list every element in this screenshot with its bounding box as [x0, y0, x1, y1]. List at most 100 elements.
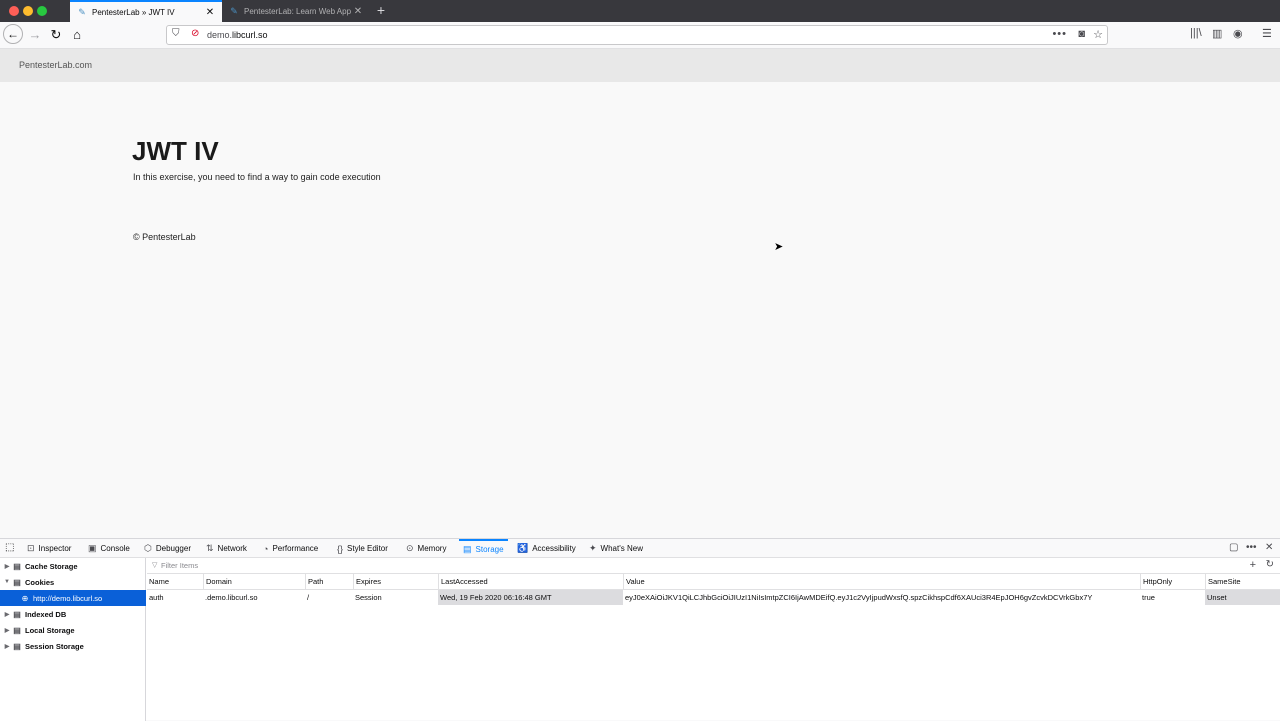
- mouse-cursor-icon: ➤: [774, 241, 784, 253]
- devtools-tab-label: Console: [100, 544, 130, 553]
- hamburger-menu-icon[interactable]: ☰: [1262, 27, 1272, 40]
- expand-arrow-icon[interactable]: ▶: [2, 563, 12, 570]
- devtools-tab-storage[interactable]: ▤ Storage: [459, 539, 508, 558]
- column-header-expires[interactable]: Expires: [353, 574, 438, 590]
- devtools-tab-label: Style Editor: [347, 544, 388, 553]
- devtools-menu-icon[interactable]: •••: [1246, 542, 1257, 553]
- devtools-tab-network[interactable]: ⇅ Network: [206, 539, 247, 558]
- navigation-toolbar: ← → ↻ ⌂ ⛉ ⊘ demo.libcurl.so ••• ◙ ☆ |||\…: [0, 22, 1280, 49]
- devtools-tab-style-editor[interactable]: {} Style Editor: [337, 539, 388, 558]
- devtools-tab-debugger[interactable]: ⬡ Debugger: [144, 539, 191, 558]
- tree-item-local-storage[interactable]: ▶ ▤ Local Storage: [0, 622, 146, 638]
- refresh-icon[interactable]: ↻: [1266, 559, 1274, 570]
- filter-bar: ▽ + ↻: [147, 558, 1280, 574]
- window-maximize-button[interactable]: [37, 6, 47, 16]
- expand-arrow-icon[interactable]: ▶: [2, 643, 12, 650]
- debugger-icon: ⬡: [144, 543, 152, 553]
- element-picker-icon[interactable]: ⬚: [5, 542, 14, 553]
- column-header-domain[interactable]: Domain: [203, 574, 305, 590]
- account-icon[interactable]: ◉: [1233, 27, 1243, 40]
- tree-item-label: Cache Storage: [25, 561, 78, 571]
- tree-item-indexed-db[interactable]: ▶ ▤ Indexed DB: [0, 606, 146, 622]
- devtools-tab-performance[interactable]: ◔ Performance: [263, 539, 318, 558]
- library-icon[interactable]: |||\: [1190, 27, 1202, 39]
- cell-expires[interactable]: Session: [353, 590, 438, 605]
- inspector-icon: ⊡: [27, 543, 35, 553]
- filter-items-input[interactable]: [161, 559, 1061, 572]
- site-header: PentesterLab.com: [0, 49, 1280, 82]
- new-tab-button[interactable]: +: [374, 2, 388, 18]
- cell-value[interactable]: eyJ0eXAiOiJKV1QiLCJhbGciOiJIUzI1NiIsImtp…: [623, 590, 1140, 605]
- cell-name[interactable]: auth: [147, 590, 203, 605]
- accessibility-icon: ♿: [517, 543, 529, 553]
- expand-arrow-icon[interactable]: ▶: [2, 627, 12, 634]
- browser-tab-active[interactable]: ✎ PentesterLab » JWT IV ✕: [70, 0, 222, 22]
- page-title: JWT IV: [132, 136, 219, 166]
- devtools-tab-label: Accessibility: [532, 544, 576, 553]
- dock-side-icon[interactable]: ▢: [1229, 542, 1238, 553]
- insecure-lock-icon[interactable]: ⊘: [191, 28, 199, 39]
- column-header-path[interactable]: Path: [305, 574, 353, 590]
- bookmark-star-icon[interactable]: ☆: [1093, 28, 1103, 41]
- column-header-http-only[interactable]: HttpOnly: [1140, 574, 1205, 590]
- pocket-icon[interactable]: ◙: [1078, 28, 1085, 40]
- column-header-last-accessed[interactable]: LastAccessed: [438, 574, 623, 590]
- tab-title: PentesterLab: Learn Web App Pen: [244, 6, 352, 16]
- devtools-tab-label: Performance: [272, 544, 319, 553]
- database-icon: ▤: [13, 641, 21, 651]
- page-description: In this exercise, you need to find a way…: [133, 172, 381, 182]
- window-close-button[interactable]: [9, 6, 19, 16]
- page-content: JWT IV In this exercise, you need to fin…: [0, 82, 1280, 538]
- expand-arrow-icon[interactable]: ▶: [2, 611, 12, 618]
- devtools-tab-memory[interactable]: ⊙ Memory: [406, 539, 446, 558]
- style-editor-icon: {}: [337, 543, 344, 554]
- database-icon: ▤: [13, 609, 21, 619]
- devtools-tab-label: Memory: [417, 544, 447, 553]
- tree-item-cookie-host[interactable]: ⊕ http://demo.libcurl.so: [0, 590, 146, 606]
- tracking-protection-shield-icon[interactable]: ⛉: [172, 28, 180, 39]
- site-brand-link[interactable]: PentesterLab.com: [19, 60, 92, 70]
- collapse-arrow-icon[interactable]: ▼: [2, 579, 12, 585]
- devtools-tab-console[interactable]: ▣ Console: [88, 539, 130, 558]
- tab-close-icon[interactable]: ✕: [204, 7, 216, 18]
- page-footer: © PentesterLab: [133, 232, 196, 242]
- browser-tab[interactable]: ✎ PentesterLab: Learn Web App Pen ✕: [222, 0, 370, 22]
- column-header-name[interactable]: Name: [147, 574, 203, 590]
- url-domain: libcurl.so: [232, 30, 268, 40]
- back-button[interactable]: ←: [3, 24, 23, 44]
- home-button[interactable]: ⌂: [67, 26, 87, 44]
- devtools-close-icon[interactable]: ✕: [1265, 542, 1273, 553]
- table-row[interactable]: auth .demo.libcurl.so / Session Wed, 19 …: [147, 590, 1280, 605]
- cell-path[interactable]: /: [305, 590, 353, 605]
- page-actions-menu-icon[interactable]: •••: [1052, 28, 1067, 40]
- devtools-tab-label: Storage: [475, 545, 504, 554]
- reload-button[interactable]: ↻: [46, 26, 66, 44]
- add-item-icon[interactable]: +: [1250, 559, 1256, 571]
- tree-item-cookies[interactable]: ▼ ▤ Cookies: [0, 574, 146, 590]
- devtools-tab-label: Network: [217, 544, 247, 553]
- url-text[interactable]: demo.libcurl.so: [207, 30, 268, 40]
- devtools-tab-label: Debugger: [155, 544, 191, 553]
- cell-domain[interactable]: .demo.libcurl.so: [203, 590, 305, 605]
- whats-new-icon: ✦: [589, 543, 597, 553]
- devtools-tab-inspector[interactable]: ⊡ Inspector: [27, 539, 71, 558]
- forward-button[interactable]: →: [25, 26, 45, 44]
- tree-item-session-storage[interactable]: ▶ ▤ Session Storage: [0, 638, 146, 654]
- url-prefix: demo.: [207, 30, 233, 40]
- pentesterlab-favicon-icon: ✎: [230, 5, 238, 16]
- cell-last-accessed[interactable]: Wed, 19 Feb 2020 06:16:48 GMT: [438, 590, 623, 605]
- cell-http-only[interactable]: true: [1140, 590, 1205, 605]
- devtools-tab-whats-new[interactable]: ✦ What's New: [589, 539, 643, 558]
- column-header-same-site[interactable]: SameSite: [1205, 574, 1280, 590]
- tab-close-icon[interactable]: ✕: [352, 6, 364, 17]
- devtools-tab-accessibility[interactable]: ♿ Accessibility: [517, 539, 576, 558]
- window-minimize-button[interactable]: [23, 6, 33, 16]
- column-header-value[interactable]: Value: [623, 574, 1140, 590]
- tree-item-label: Cookies: [25, 577, 55, 587]
- cell-same-site[interactable]: Unset: [1205, 590, 1280, 605]
- network-icon: ⇅: [206, 543, 214, 553]
- url-bar[interactable]: ⛉ ⊘ demo.libcurl.so ••• ◙ ☆: [166, 25, 1108, 45]
- tree-item-cache-storage[interactable]: ▶ ▤ Cache Storage: [0, 558, 146, 574]
- sidebar-toggle-icon[interactable]: ▥: [1212, 27, 1222, 40]
- tree-item-label: Indexed DB: [25, 609, 67, 619]
